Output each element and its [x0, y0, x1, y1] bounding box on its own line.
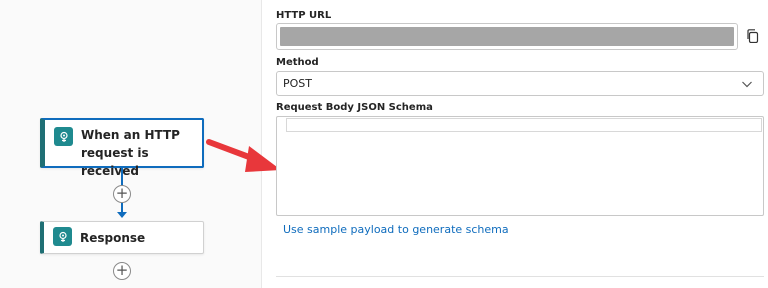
- action-node-response[interactable]: Response: [40, 221, 204, 254]
- response-node-label: Response: [80, 230, 146, 245]
- method-value: POST: [283, 77, 312, 90]
- http-response-icon: [53, 227, 72, 246]
- chevron-down-icon: [742, 81, 752, 88]
- schema-label: Request Body JSON Schema: [276, 102, 433, 113]
- http-url-field[interactable]: [276, 23, 738, 50]
- connector-arrowhead: [117, 212, 127, 218]
- request-body-schema-editor[interactable]: [276, 116, 764, 216]
- http-trigger-icon: [54, 127, 73, 146]
- panel-divider: [276, 276, 764, 277]
- sample-payload-link[interactable]: Use sample payload to generate schema: [283, 223, 509, 236]
- schema-editor-line[interactable]: [286, 118, 762, 132]
- method-label: Method: [276, 57, 319, 68]
- method-select[interactable]: POST: [276, 71, 764, 96]
- copy-icon[interactable]: [747, 29, 759, 43]
- trigger-node-http-request[interactable]: When an HTTP request is received: [40, 118, 204, 178]
- http-url-masked-value: [280, 27, 734, 46]
- trigger-node-label: When an HTTP request is received: [81, 128, 180, 178]
- add-step-plus-icon[interactable]: +: [113, 185, 131, 203]
- add-step-plus-icon[interactable]: +: [113, 262, 131, 280]
- http-url-label: HTTP URL: [276, 10, 332, 21]
- annotation-arrow-icon: [206, 139, 281, 172]
